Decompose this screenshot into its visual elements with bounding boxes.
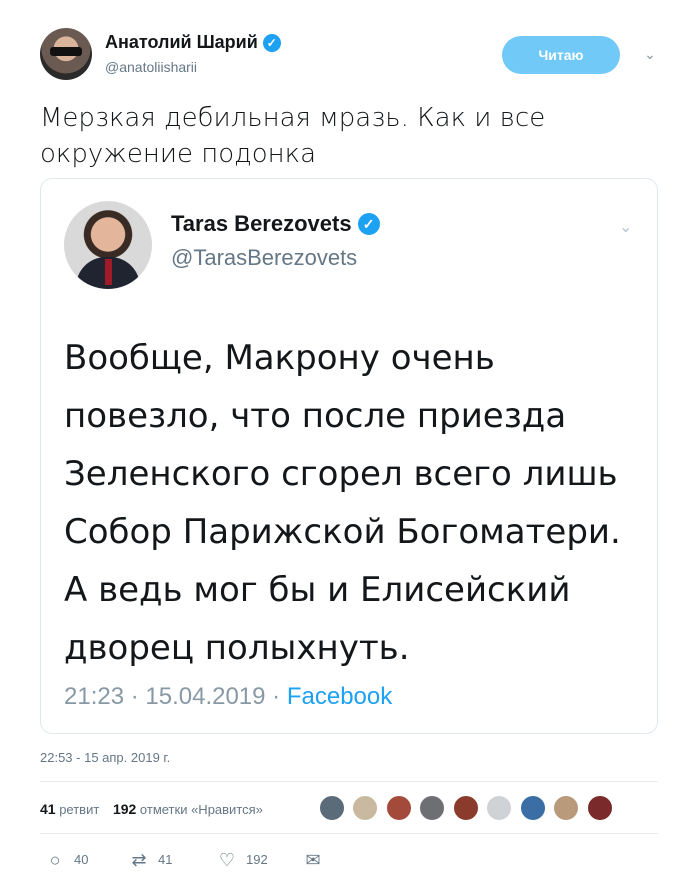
author-avatar[interactable] [40, 28, 92, 80]
reply-icon: ○ [49, 850, 61, 870]
like-count: 192 [246, 852, 268, 867]
liker-avatar[interactable] [519, 795, 546, 821]
author-handle[interactable]: @anatoliisharii [105, 59, 197, 75]
author-name-row[interactable]: Анатолий Шарий ✓ [105, 32, 281, 53]
like-stat-count: 192 [112, 801, 137, 817]
liker-avatar[interactable] [586, 795, 613, 821]
tweet-header: Анатолий Шарий ✓ @anatoliisharii Читаю ⌄ [40, 28, 660, 84]
following-button[interactable]: Читаю [502, 36, 620, 74]
quoted-tweet-meta: 21:23 · 15.04.2019 · Facebook [64, 683, 392, 711]
quoted-tweet-text: Вообще, Макрону очень повезло, что после… [64, 338, 621, 668]
retweet-button[interactable]: ⇄ 41 [128, 848, 172, 872]
author-name[interactable]: Анатолий Шарий [105, 32, 258, 52]
liker-avatar[interactable] [452, 795, 479, 821]
liker-avatar[interactable] [319, 795, 345, 821]
divider [40, 781, 658, 782]
like-button[interactable]: ♡ 192 [216, 848, 268, 872]
quoted-chevron-down-icon: ⌄ [619, 219, 633, 236]
verified-badge-icon: ✓ [262, 34, 281, 52]
like-stat[interactable]: 192 отметки «Нравится» [113, 797, 263, 822]
quoted-source: Facebook [286, 683, 393, 710]
reply-button[interactable]: ○ 40 [44, 848, 89, 872]
tweet-timestamp[interactable]: 22:53 - 15 апр. 2019 г. [40, 750, 170, 765]
retweet-stat-count: 41 [40, 801, 56, 817]
quoted-verified-badge-icon: ✓ [357, 213, 380, 235]
tweet-text: Мерзкая дебильная мразь. Как и все окруж… [40, 103, 546, 169]
liker-avatar[interactable] [385, 795, 412, 821]
liker-avatar[interactable] [352, 795, 379, 821]
retweet-icon: ⇄ [131, 850, 147, 870]
quoted-author-handle: @TarasBerezovets [171, 245, 358, 270]
liker-avatar[interactable] [486, 795, 513, 821]
retweet-stat-label: ретвит [59, 802, 100, 817]
quoted-tweet-card[interactable]: Taras Berezovets ✓ @TarasBerezovets ⌄ Воо… [40, 178, 658, 734]
quoted-time: 21:23 · 15.04.2019 · [64, 683, 287, 710]
direct-message-button[interactable]: ✉ [302, 848, 332, 872]
quoted-author-avatar [64, 201, 152, 289]
quoted-author-name-row: Taras Berezovets ✓ [171, 211, 380, 237]
retweet-count: 41 [158, 852, 173, 867]
chevron-down-icon[interactable]: ⌄ [638, 42, 662, 66]
envelope-icon: ✉ [305, 850, 321, 870]
retweet-stat[interactable]: 41 ретвит [40, 797, 99, 822]
liker-avatar[interactable] [553, 795, 580, 821]
quoted-author-name: Taras Berezovets [171, 211, 352, 236]
liker-avatar[interactable] [419, 795, 446, 821]
heart-icon: ♡ [218, 850, 236, 870]
tweet-stats: 41 ретвит 192 отметки «Нравится» [40, 797, 273, 821]
liker-avatars [319, 795, 616, 823]
reply-count: 40 [74, 852, 89, 867]
like-stat-label: отметки «Нравится» [139, 802, 263, 817]
divider [40, 833, 658, 834]
